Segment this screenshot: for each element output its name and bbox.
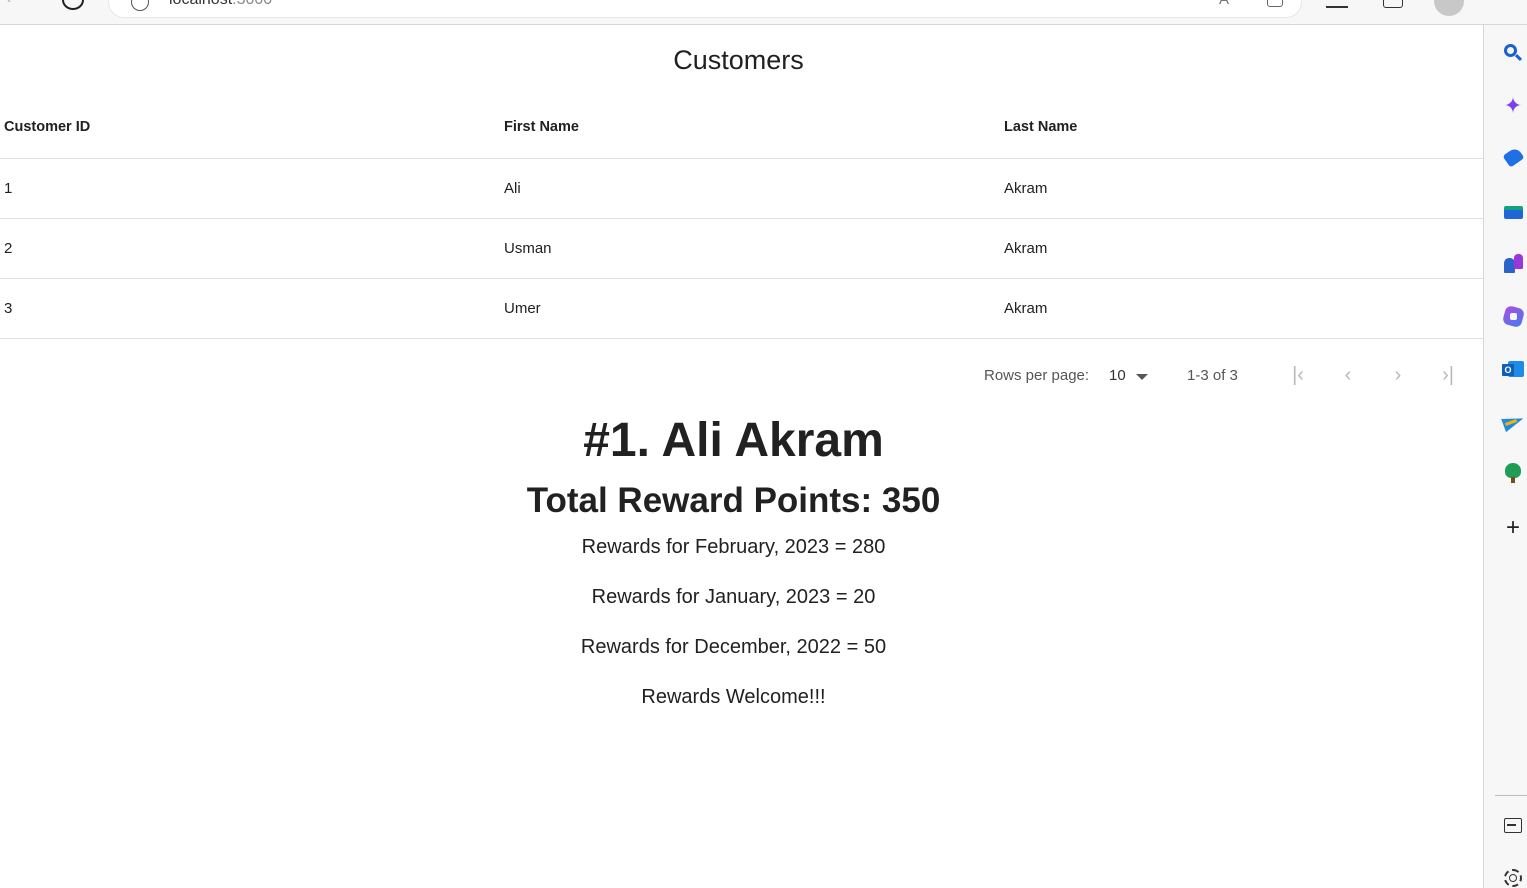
- browser-sidebar: ✦ O +: [1483, 25, 1527, 888]
- read-aloud-icon[interactable]: A⁺: [1219, 0, 1237, 8]
- back-icon[interactable]: ‹: [6, 0, 20, 7]
- games-icon[interactable]: [1502, 252, 1524, 274]
- monthly-reward-line: Rewards for January, 2023 = 20: [591, 586, 876, 608]
- customers-table: Customer ID First Name Last Name 1 Ali A…: [0, 96, 1483, 339]
- rows-per-page-label: Rows per page:: [984, 367, 1090, 384]
- cell-customer-id: 2: [4, 240, 13, 257]
- tree-icon[interactable]: [1502, 462, 1524, 484]
- sidebar-divider: [1495, 795, 1527, 796]
- chevron-left-icon[interactable]: ‹: [1336, 364, 1360, 388]
- page-title: Customers: [673, 45, 804, 75]
- column-header-last-name: Last Name: [1004, 119, 1078, 135]
- chevron-right-icon[interactable]: ›: [1386, 364, 1410, 388]
- address-bar[interactable]: localhost:3000 A⁺: [108, 0, 1302, 18]
- table-row[interactable]: 1 Ali Akram: [0, 159, 1483, 219]
- last-page-icon[interactable]: ›|: [1436, 364, 1460, 388]
- favorites-icon[interactable]: [1326, 0, 1348, 8]
- profile-avatar-icon[interactable]: [1434, 0, 1464, 16]
- first-page-icon[interactable]: |‹: [1286, 364, 1310, 388]
- outlook-icon[interactable]: O: [1502, 358, 1524, 380]
- microsoft-365-icon[interactable]: [1501, 304, 1526, 329]
- customer-heading: #1. Ali Akram: [583, 414, 884, 467]
- hide-sidebar-icon[interactable]: [1502, 815, 1524, 837]
- table-header-row: Customer ID First Name Last Name: [0, 96, 1483, 159]
- column-header-first-name: First Name: [504, 119, 579, 135]
- more-options-icon[interactable]: ···: [1494, 0, 1514, 8]
- cell-first-name: Ali: [504, 180, 521, 197]
- search-icon[interactable]: [1502, 42, 1524, 64]
- monthly-reward-line: Rewards for December, 2022 = 50: [580, 636, 887, 658]
- add-favorite-icon[interactable]: [1267, 0, 1283, 7]
- cell-customer-id: 1: [4, 180, 13, 197]
- copilot-icon[interactable]: ✦: [1502, 95, 1524, 117]
- table-row[interactable]: 3 Umer Akram: [0, 279, 1483, 339]
- total-reward-points: Total Reward Points: 350: [526, 481, 941, 520]
- shopping-tag-icon[interactable]: [1502, 146, 1525, 169]
- welcome-message: Rewards Welcome!!!: [641, 686, 826, 708]
- cell-customer-id: 3: [4, 300, 13, 317]
- column-header-customer-id: Customer ID: [4, 119, 91, 135]
- cell-last-name: Akram: [1004, 300, 1048, 317]
- rows-per-page-select[interactable]: 10: [1109, 367, 1126, 384]
- add-icon[interactable]: +: [1502, 516, 1524, 540]
- cell-first-name: Umer: [504, 300, 541, 317]
- pagination-range: 1-3 of 3: [1187, 367, 1238, 384]
- cell-last-name: Akram: [1004, 240, 1048, 257]
- tools-icon[interactable]: [1502, 201, 1524, 223]
- site-info-icon[interactable]: [131, 0, 149, 11]
- collections-icon[interactable]: [1383, 0, 1403, 8]
- table-pagination: Rows per page: 10 1-3 of 3 |‹ ‹ › ›|: [0, 352, 1483, 402]
- main-content: Customers Customer ID First Name Last Na…: [0, 25, 1483, 888]
- drop-send-icon[interactable]: [1501, 410, 1526, 433]
- url-text[interactable]: localhost:3000: [169, 0, 272, 9]
- cell-last-name: Akram: [1004, 180, 1048, 197]
- table-row[interactable]: 2 Usman Akram: [0, 219, 1483, 279]
- browser-toolbar: ‹ localhost:3000 A⁺ ···: [0, 0, 1527, 25]
- refresh-icon[interactable]: [62, 0, 84, 10]
- cell-first-name: Usman: [504, 240, 552, 257]
- settings-icon[interactable]: [1502, 867, 1524, 888]
- monthly-reward-line: Rewards for February, 2023 = 280: [581, 536, 886, 558]
- caret-down-icon[interactable]: [1136, 374, 1148, 380]
